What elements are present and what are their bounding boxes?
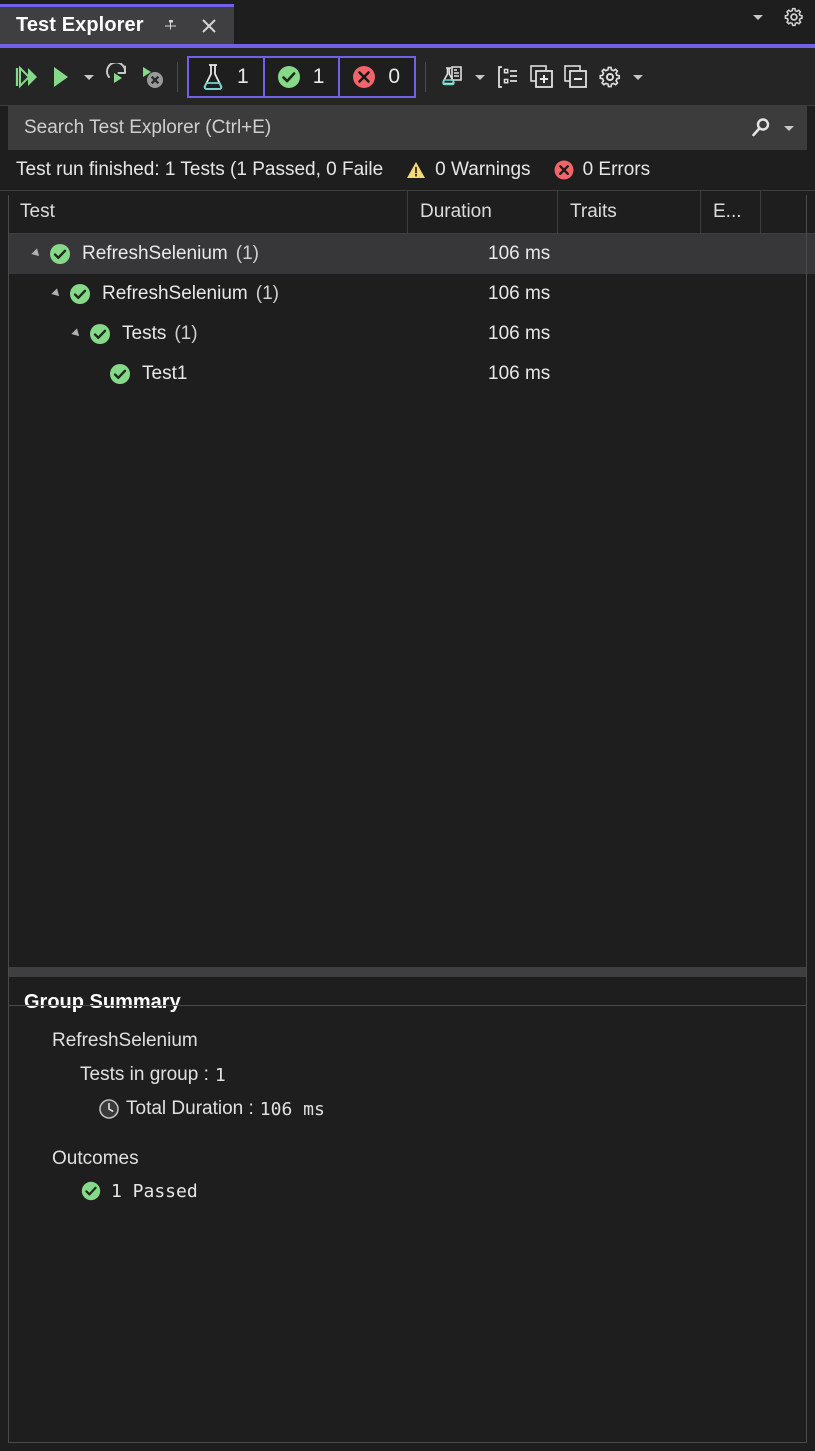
chevron-down-icon[interactable] — [781, 120, 797, 136]
run-dropdown-button[interactable] — [78, 57, 100, 97]
title-bar-actions — [747, 6, 805, 28]
grid-header: Test Duration Traits E... — [8, 191, 815, 234]
title-bar: Test Explorer — [0, 0, 815, 48]
search-bar-icons — [749, 116, 797, 140]
passed-tests-badge[interactable]: 1 — [265, 56, 341, 98]
test-node-name: RefreshSelenium — [82, 243, 228, 265]
test-node-name: Test1 — [142, 363, 187, 385]
toolbar: 1 1 0 — [0, 48, 815, 106]
warnings-count-text: 0 Warnings — [435, 159, 530, 181]
error-circle-icon — [553, 159, 575, 181]
outcomes-title: Outcomes — [52, 1148, 807, 1170]
total-duration-label: Total Duration : — [126, 1098, 254, 1120]
test-node-duration: 106 ms — [488, 243, 550, 265]
check-circle-icon — [48, 242, 72, 266]
table-row[interactable]: RefreshSelenium (1) 106 ms — [8, 234, 815, 274]
test-node-name: RefreshSelenium — [102, 283, 248, 305]
collapse-all-button[interactable] — [559, 57, 593, 97]
column-header-traits[interactable]: Traits — [558, 191, 701, 233]
group-summary-title: Group Summary — [24, 991, 807, 1014]
outcome-passed-text: 1 Passed — [111, 1181, 198, 1202]
table-row[interactable]: Tests (1) 106 ms — [8, 314, 815, 354]
test-explorer-tab[interactable]: Test Explorer — [0, 4, 234, 44]
test-node-duration: 106 ms — [488, 323, 550, 345]
expander-icon[interactable] — [26, 248, 48, 260]
search-input[interactable] — [22, 116, 749, 140]
failed-tests-count: 0 — [388, 65, 400, 89]
options-dropdown-button[interactable] — [627, 57, 649, 97]
toolbar-separator-2 — [425, 62, 426, 92]
test-node-count: (1) — [256, 283, 279, 305]
panel-title: Test Explorer — [16, 14, 144, 37]
test-run-status-bar: Test run finished: 1 Tests (1 Passed, 0 … — [0, 150, 815, 191]
warning-triangle-icon — [405, 159, 427, 181]
errors-count-text: 0 Errors — [583, 159, 651, 181]
run-button[interactable] — [44, 57, 78, 97]
pin-icon[interactable] — [160, 15, 182, 37]
expander-icon[interactable] — [46, 288, 68, 300]
column-header-spacer — [761, 191, 807, 233]
check-circle-icon — [80, 1180, 102, 1202]
check-circle-icon — [108, 362, 132, 386]
search-bar[interactable] — [8, 106, 807, 150]
group-summary-panel: Group Summary RefreshSelenium Tests in g… — [8, 977, 807, 1407]
total-tests-count: 1 — [237, 65, 249, 89]
test-tree[interactable]: RefreshSelenium (1) 106 ms RefreshSeleni… — [8, 234, 815, 967]
tests-in-group-value: 1 — [215, 1065, 226, 1086]
total-duration-row: Total Duration : 106 ms — [98, 1098, 807, 1120]
close-icon[interactable] — [198, 15, 220, 37]
total-tests-badge[interactable]: 1 — [187, 56, 265, 98]
table-row[interactable]: Test1 106 ms — [8, 354, 815, 394]
column-header-error[interactable]: E... — [701, 191, 761, 233]
expander-icon[interactable] — [66, 328, 88, 340]
toolbar-separator — [177, 62, 178, 92]
check-circle-icon — [276, 64, 302, 90]
summary-group-name: RefreshSelenium — [52, 1030, 807, 1052]
column-header-test[interactable]: Test — [8, 191, 408, 233]
check-circle-icon — [88, 322, 112, 346]
group-by-dropdown-button[interactable] — [469, 57, 491, 97]
run-all-tests-button[interactable] — [10, 57, 44, 97]
passed-tests-count: 1 — [313, 65, 325, 89]
warnings-status[interactable]: 0 Warnings — [405, 159, 530, 181]
options-button[interactable] — [593, 57, 627, 97]
cancel-run-button[interactable] — [134, 57, 168, 97]
errors-status[interactable]: 0 Errors — [553, 159, 651, 181]
error-circle-icon — [351, 64, 377, 90]
test-run-status-text: Test run finished: 1 Tests (1 Passed, 0 … — [16, 159, 383, 181]
table-row[interactable]: RefreshSelenium (1) 106 ms — [8, 274, 815, 314]
test-node-count: (1) — [174, 323, 197, 345]
test-node-count: (1) — [236, 243, 259, 265]
total-duration-value: 106 ms — [260, 1099, 325, 1120]
tests-in-group-row: Tests in group : 1 — [80, 1064, 807, 1086]
panel-splitter[interactable] — [8, 967, 807, 977]
outcome-passed-row: 1 Passed — [80, 1180, 807, 1202]
gear-icon[interactable] — [783, 6, 805, 28]
test-hierarchy-button[interactable] — [491, 57, 525, 97]
failed-tests-badge[interactable]: 0 — [340, 56, 416, 98]
test-node-duration: 106 ms — [488, 283, 550, 305]
column-header-duration[interactable]: Duration — [408, 191, 558, 233]
chevron-down-icon[interactable] — [747, 6, 769, 28]
grid-right-border — [806, 195, 807, 1005]
clock-icon — [98, 1098, 120, 1120]
tests-in-group-label: Tests in group : — [80, 1064, 209, 1086]
group-by-button[interactable] — [435, 57, 469, 97]
check-circle-icon — [68, 282, 92, 306]
grid-left-border — [8, 195, 9, 1005]
test-node-duration: 106 ms — [488, 363, 550, 385]
repeat-last-run-button[interactable] — [100, 57, 134, 97]
test-node-name: Tests — [122, 323, 166, 345]
tab-accent-underline — [0, 44, 815, 48]
search-icon[interactable] — [749, 116, 773, 140]
flask-icon — [200, 62, 226, 92]
expand-all-button[interactable] — [525, 57, 559, 97]
